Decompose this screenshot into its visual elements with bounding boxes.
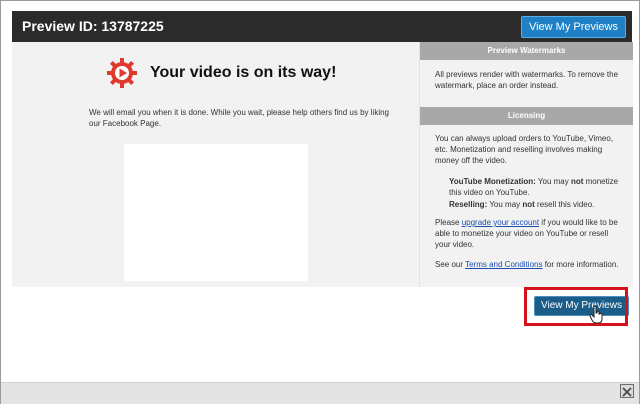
- hand-cursor-icon: [589, 306, 603, 324]
- hero-text: We will email you when it is done. While…: [89, 108, 389, 128]
- terms-text: See our Terms and Conditions for more in…: [435, 260, 619, 269]
- view-my-previews-button-header[interactable]: View My Previews: [520, 16, 626, 38]
- close-button[interactable]: [620, 384, 634, 398]
- reselling-label: Reselling:: [449, 200, 488, 209]
- youtube-monetization-text: YouTube Monetization: You may not moneti…: [449, 177, 619, 197]
- modal-bottom-bar: [1, 382, 639, 404]
- red-highlight-box: [524, 287, 628, 326]
- main-pane: Your video is on its way! We will email …: [12, 42, 418, 287]
- terms-and-conditions-link[interactable]: Terms and Conditions: [465, 260, 542, 269]
- reselling-text: Reselling: You may not resell this video…: [449, 200, 595, 209]
- youtube-monetization-label: YouTube Monetization:: [449, 177, 536, 186]
- upgrade-account-link[interactable]: upgrade your account: [462, 218, 539, 227]
- video-gear-icon: [107, 58, 137, 88]
- watermarks-heading: Preview Watermarks: [420, 42, 633, 60]
- modal-header: Preview ID: 13787225 View My Previews: [12, 11, 632, 42]
- facebook-like-box[interactable]: [124, 144, 308, 281]
- hero: Your video is on its way!: [106, 56, 336, 90]
- side-pane: Preview Watermarks All previews render w…: [419, 42, 633, 287]
- close-icon: [622, 387, 632, 397]
- watermarks-text: All previews render with watermarks. To …: [435, 70, 619, 90]
- hero-title: Your video is on its way!: [150, 64, 337, 81]
- licensing-heading: Licensing: [420, 107, 633, 125]
- preview-modal: Preview ID: 13787225 View My Previews Yo…: [0, 0, 640, 404]
- preview-id-title: Preview ID: 13787225: [22, 18, 164, 34]
- upgrade-text: Please upgrade your account if you would…: [435, 218, 618, 249]
- modal-content: Your video is on its way! We will email …: [12, 42, 633, 287]
- licensing-intro: You can always upload orders to YouTube,…: [435, 134, 614, 165]
